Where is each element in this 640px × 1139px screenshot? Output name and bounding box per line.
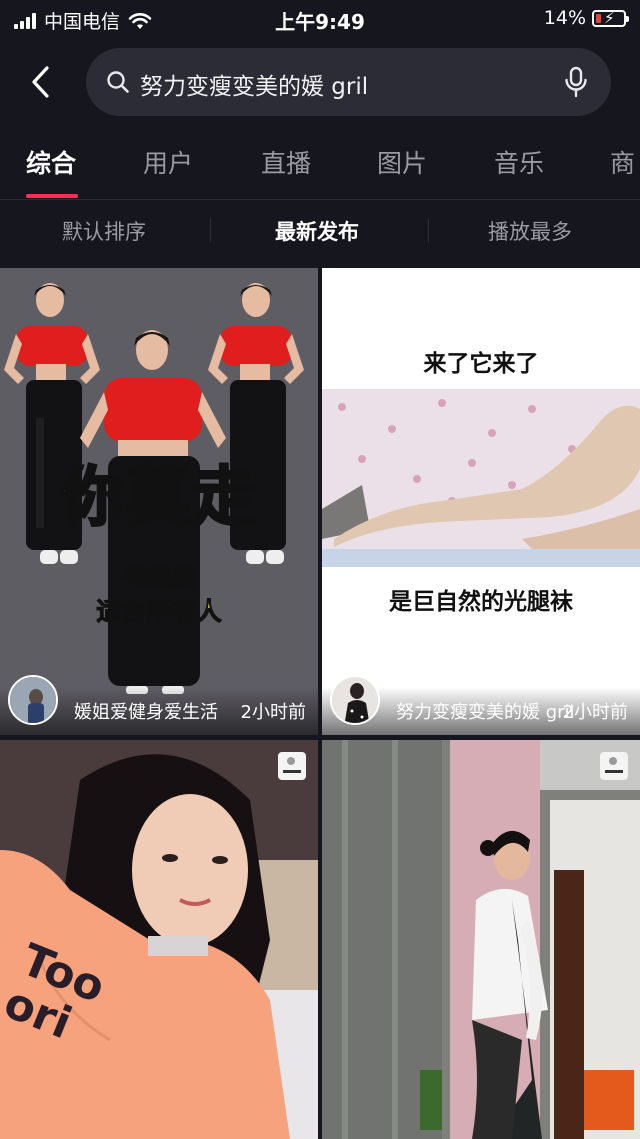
overlay-subtitle-2: 适合所有人 [96,596,222,626]
avatar[interactable] [330,675,380,725]
status-bar: 中国电信 上午9:49 14% ⚡ [0,0,640,36]
charging-bolt-icon: ⚡ [604,8,615,27]
tab-images[interactable]: 图片 [377,144,427,180]
search-input[interactable]: 努力变瘦变美的媛 gril [140,67,368,101]
battery-percent: 14% [543,7,586,29]
tab-users[interactable]: 用户 [143,144,193,180]
divider [428,218,429,242]
divider [0,199,640,200]
card-meta: 媛姐爱健身爱生活 2小时前 [0,675,318,735]
tab-live[interactable]: 直播 [261,144,311,180]
sort-default[interactable]: 默认排序 [62,216,146,246]
result-card-3[interactable]: Too ori [0,740,318,1139]
search-bar[interactable]: 努力变瘦变美的媛 gril [86,48,611,116]
tab-general[interactable]: 综合 [26,144,76,180]
microphone-icon[interactable] [563,66,589,98]
author-name[interactable]: 努力变瘦变美的媛 gril [396,698,575,724]
active-tab-indicator [26,194,78,198]
post-time: 2小时前 [562,702,628,723]
tab-music[interactable]: 音乐 [494,144,544,180]
overlay-subtitle-1: 完整版 [121,562,197,592]
result-card-4[interactable] [322,740,640,1139]
chevron-left-icon [32,66,49,98]
card-meta: 努力变瘦变美的媛 gril 2小时前 [322,675,640,735]
result-card-1[interactable]: 你莫走 完整版 适合所有人 媛姐爱健身爱生活 2小时前 [0,268,318,735]
tab-shop[interactable]: 商 [610,144,635,180]
battery-icon: ⚡ [592,8,629,27]
search-icon [107,71,129,93]
sort-most-played[interactable]: 播放最多 [488,216,572,246]
category-tabs: 综合 用户 直播 图片 音乐 商 [0,144,640,188]
status-right: 14% ⚡ [543,7,629,29]
divider [210,218,211,242]
back-button[interactable] [20,62,60,102]
result-card-2[interactable]: 来了它来了 是巨自然的光腿袜 努力变瘦变美的媛 gril 2小时前 [322,268,640,735]
author-name[interactable]: 媛姐爱健身爱生活 [74,698,218,724]
caption-bottom: 是巨自然的光腿袜 [389,589,573,615]
post-time: 2小时前 [240,702,306,723]
thumbnail-image [322,740,640,1139]
overlay-title: 你莫走 [59,460,258,537]
avatar[interactable] [8,675,58,725]
thumbnail-image [322,389,640,567]
sort-newest[interactable]: 最新发布 [275,216,359,246]
image-post-icon [278,752,306,780]
image-post-icon [600,752,628,780]
caption-top: 来了它来了 [423,351,539,377]
